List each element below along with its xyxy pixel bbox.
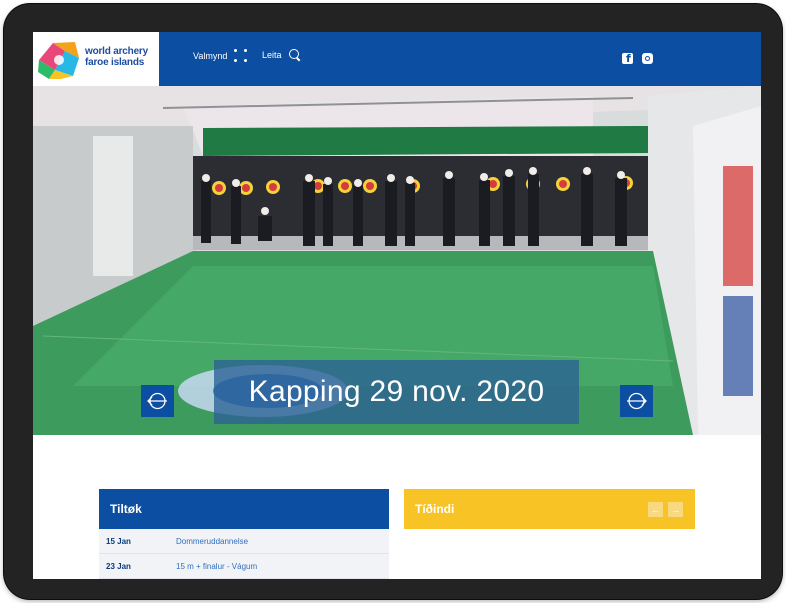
logo-wordmark: world archery faroe islands	[85, 46, 148, 68]
menu-button[interactable]: Valmynd	[193, 49, 248, 62]
event-title-link[interactable]: 15 m + finalur - Vágum	[176, 562, 257, 571]
menu-label: Valmynd	[193, 50, 228, 61]
target-arrow-right-icon	[627, 392, 647, 410]
news-next-button[interactable]: →	[668, 502, 683, 517]
events-panel-title: Tiltøk	[99, 489, 389, 529]
events-list: 15 Jan Dommeruddannelse 23 Jan 15 m + fi…	[99, 529, 389, 579]
site-header: world archery faroe islands Valmynd Leit…	[33, 32, 761, 86]
search-icon	[288, 49, 301, 61]
event-row[interactable]: 23 Jan 15 m + finalur - Vágum	[99, 554, 389, 579]
instagram-icon[interactable]	[642, 53, 653, 64]
event-date: 15 Jan	[106, 536, 131, 546]
search-button[interactable]: Leita	[262, 49, 301, 61]
tablet-frame: world archery faroe islands Valmynd Leit…	[4, 4, 782, 599]
grid-dots-icon	[234, 49, 248, 62]
hero-slider: Kapping 29 nov. 2020	[33, 86, 761, 435]
news-nav: ← →	[648, 502, 683, 517]
browser-viewport: world archery faroe islands Valmynd Leit…	[33, 32, 761, 579]
slider-prev-button[interactable]	[141, 385, 174, 417]
facebook-icon[interactable]	[622, 52, 633, 65]
event-date: 23 Jan	[106, 561, 131, 571]
logo-line-2: faroe islands	[85, 57, 145, 68]
logo-line-1: world archery	[85, 46, 148, 57]
news-prev-button[interactable]: ←	[648, 502, 663, 517]
event-title-link[interactable]: Dommeruddannelse	[176, 537, 248, 546]
search-label: Leita	[262, 50, 282, 60]
site-logo[interactable]: world archery faroe islands	[33, 32, 159, 86]
slider-next-button[interactable]	[620, 385, 653, 417]
hero-caption[interactable]: Kapping 29 nov. 2020	[214, 360, 579, 424]
logo-mark-icon	[38, 42, 79, 79]
event-row[interactable]: 15 Jan Dommeruddannelse	[99, 529, 389, 554]
target-arrow-left-icon	[147, 392, 167, 410]
